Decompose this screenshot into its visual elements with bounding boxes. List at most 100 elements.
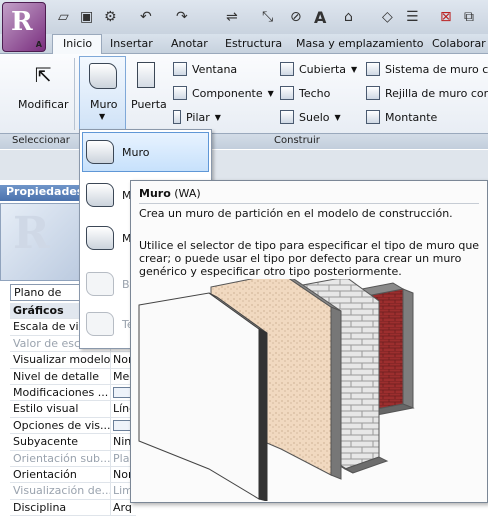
tab-masa-emplazamiento[interactable]: Masa y emplazamiento xyxy=(296,37,424,50)
tooltip-divider xyxy=(139,203,479,204)
properties-row[interactable]: Orientación Nor xyxy=(10,466,136,484)
mullion-button[interactable]: Montante xyxy=(366,110,437,124)
close-hidden-icon[interactable]: ⊠ xyxy=(440,8,452,26)
dropdown-item-wall[interactable]: Muro xyxy=(82,132,209,172)
floor-button[interactable]: Suelo ▼ xyxy=(280,110,341,124)
panel-label-seleccionar: Seleccionar xyxy=(12,135,70,146)
ribbon-tabs: Inicio Insertar Anotar Estructura Masa y… xyxy=(0,34,488,55)
tooltip-muro: Muro (WA) Crea un muro de partición en e… xyxy=(130,180,488,503)
ceiling-icon xyxy=(280,86,294,100)
property-name: Visualización de... xyxy=(10,483,111,499)
tab-estructura[interactable]: Estructura xyxy=(225,37,282,50)
property-name: Orientación xyxy=(10,466,111,483)
3d-view-icon[interactable]: ⌂ xyxy=(344,8,353,26)
component-label: Componente xyxy=(192,86,263,100)
tab-insertar[interactable]: Insertar xyxy=(110,37,153,50)
floor-label: Suelo xyxy=(299,110,330,124)
ceiling-label: Techo xyxy=(299,86,331,100)
chevron-down-icon: ▼ xyxy=(214,112,221,122)
property-name: Disciplina xyxy=(10,499,111,516)
tab-anotar[interactable]: Anotar xyxy=(171,37,208,50)
chevron-down-icon: ▼ xyxy=(334,112,341,122)
property-name: Modificaciones ... xyxy=(10,384,111,401)
floor-icon xyxy=(280,110,294,124)
dimension-icon[interactable]: ⤡ xyxy=(262,8,273,26)
modify-label: Modificar xyxy=(18,98,69,111)
generic-wall-layer xyxy=(138,292,268,501)
component-icon xyxy=(173,86,187,100)
property-name: Orientación sub... xyxy=(10,450,111,466)
tooltip-long-description: Utilice el selector de tipo para especif… xyxy=(139,239,480,278)
properties-type-image: R xyxy=(0,203,80,281)
cursor-arrow-icon: ⇱ xyxy=(34,63,52,87)
roof-label: Cubierta xyxy=(299,62,347,76)
column-button[interactable]: Pilar ▼ xyxy=(173,110,221,124)
options-bar xyxy=(0,150,488,180)
open-icon[interactable]: ▱ xyxy=(58,8,69,26)
column-label: Pilar xyxy=(186,110,210,124)
window-label: Ventana xyxy=(192,62,238,76)
properties-row[interactable]: Subyacente Ning xyxy=(10,434,136,451)
tooltip-shortcut: (WA) xyxy=(170,187,201,200)
switch-windows-icon[interactable]: ⧉ xyxy=(464,8,474,26)
chevron-down-icon: ▼ xyxy=(351,64,358,74)
modify-button[interactable]: ⇱ Modificar xyxy=(18,64,69,111)
properties-row[interactable]: Nivel de detalle Med xyxy=(10,368,136,385)
tab-inicio[interactable]: Inicio xyxy=(63,37,92,50)
wall-button[interactable]: Muro ▼ xyxy=(79,56,126,132)
door-button[interactable]: Puerta xyxy=(129,58,167,118)
curtain-grid-icon xyxy=(366,86,380,100)
wall-label: Muro xyxy=(90,98,118,111)
properties-row: Orientación sub... Plan xyxy=(10,450,136,467)
properties-row: Visualización de...Limp xyxy=(10,483,136,500)
roof-button[interactable]: Cubierta ▼ xyxy=(280,62,357,76)
properties-row[interactable]: Visualizar modelo Nor xyxy=(10,352,136,369)
properties-row[interactable]: Estilo visual Líne xyxy=(10,401,136,418)
mullion-label: Montante xyxy=(385,110,438,124)
save-icon[interactable]: ▣ xyxy=(80,8,93,26)
wall-layers-illustration xyxy=(138,279,415,501)
revit-watermark-icon: R xyxy=(13,208,50,259)
properties-row[interactable]: Opciones de vis... xyxy=(10,417,136,435)
curtain-system-icon xyxy=(366,62,380,76)
section-icon[interactable]: ◇ xyxy=(382,8,393,26)
properties-row[interactable]: Disciplina Arq xyxy=(10,499,136,516)
redo-icon[interactable]: ↷ xyxy=(176,8,188,26)
component-button[interactable]: Componente ▼ xyxy=(173,86,274,100)
curtain-grid-button[interactable]: Rejilla de muro corti xyxy=(366,86,488,100)
wall-by-face-icon xyxy=(86,226,114,250)
curtain-system-button[interactable]: Sistema de muro co xyxy=(366,62,488,76)
ribbon-separator xyxy=(74,58,75,130)
text-icon[interactable]: A xyxy=(314,8,326,27)
structural-wall-icon xyxy=(86,183,114,207)
measure-icon[interactable]: ⇌ xyxy=(226,8,238,26)
properties-row[interactable]: Modificaciones ... xyxy=(10,384,136,402)
tooltip-description: Crea un muro de partición en el modelo d… xyxy=(139,207,453,220)
column-icon xyxy=(173,110,181,124)
chevron-down-icon: ▼ xyxy=(267,88,274,98)
curtain-grid-label: Rejilla de muro corti xyxy=(385,86,488,100)
tooltip-title-text: Muro xyxy=(139,187,171,200)
tab-colaborar[interactable]: Colaborar xyxy=(432,37,486,50)
property-name: Subyacente xyxy=(10,434,111,450)
undo-icon[interactable]: ↶ xyxy=(140,8,152,26)
ceiling-button[interactable]: Techo xyxy=(280,86,330,100)
wall-icon xyxy=(89,63,117,89)
curtain-system-label: Sistema de muro co xyxy=(385,62,488,76)
wall-reveal-icon xyxy=(86,312,114,336)
chevron-down-icon: ▼ xyxy=(99,112,106,121)
tooltip-title: Muro (WA) xyxy=(139,187,201,200)
dropdown-item-label: Muro xyxy=(122,145,150,159)
wall-sweep-icon xyxy=(86,272,114,296)
mullion-icon xyxy=(366,110,380,124)
wall-icon xyxy=(86,140,114,164)
property-name: Opciones de vis... xyxy=(10,417,111,434)
door-label: Puerta xyxy=(131,98,167,111)
sync-icon[interactable]: ⚙ xyxy=(104,8,117,26)
type-selector[interactable]: Plano de pla xyxy=(10,284,80,314)
window-button[interactable]: Ventana xyxy=(173,62,237,76)
tag-icon[interactable]: ⊘ xyxy=(290,8,302,26)
application-button[interactable]: R A xyxy=(2,2,46,52)
property-name: Visualizar modelo xyxy=(10,352,111,368)
thin-lines-icon[interactable]: ☰ xyxy=(406,8,419,26)
